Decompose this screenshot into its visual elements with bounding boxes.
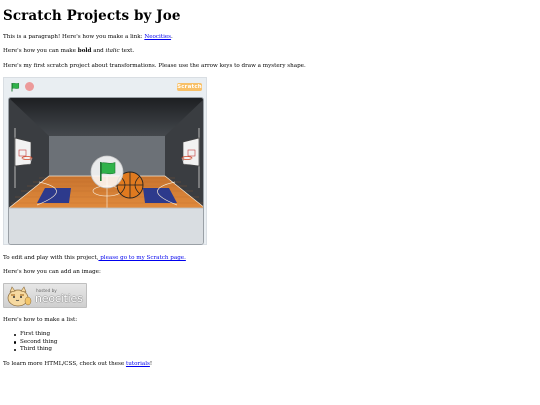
bold-paragraph: Here's how you can make bold and italic … [3,48,134,55]
bold-pre-text: Here's how you can make [3,48,78,54]
image-paragraph: Here's how you can add an image: [3,269,101,275]
hosted-by-neocities-badge[interactable]: hosted by neocities [3,283,87,308]
example-list: First thing Second thing Third thing [13,331,58,354]
project-stage[interactable] [8,97,204,245]
edit-text: To edit and play with this project, [3,255,99,261]
player-controls: Scratch [4,78,208,95]
learn-end: ! [149,361,153,367]
list-paragraph: Here's how to make a list: [3,317,78,323]
bold-mid-text: and [91,48,106,54]
list-item: Second thing [13,338,58,345]
bold-end-text: text. [119,48,135,54]
neocities-wordmark: neocities [35,292,83,305]
intro-end: . [171,34,173,40]
learn-text: To learn more HTML/CSS, check out these [3,361,126,367]
basketball-court-scene [9,98,203,244]
stop-icon[interactable] [25,82,34,91]
page-title: Scratch Projects by Joe [3,8,181,24]
intro-paragraph: This is a paragraph! Here's how you make… [3,34,173,41]
tutorials-link[interactable]: tutorials [126,361,150,367]
bold-word: bold [77,48,92,54]
neocities-cat-icon [7,286,32,307]
learn-paragraph: To learn more HTML/CSS, check out these … [3,361,152,368]
scratch-logo[interactable]: Scratch [177,83,202,91]
neocities-link[interactable]: Neocities [144,34,171,40]
start-flag-overlay[interactable] [90,155,124,189]
intro-text: This is a paragraph! Here's how you make… [3,34,145,40]
list-item: Third thing [13,346,57,354]
scratch-page-link[interactable]: please go to my Scratch page. [98,255,186,261]
scratch-player: Scratch [3,77,207,245]
italic-word: italic [105,48,120,54]
project-paragraph: Here's my first scratch project about tr… [3,63,306,69]
edit-paragraph: To edit and play with this project, plea… [3,255,186,262]
green-flag-icon[interactable] [10,82,20,92]
list-item: First thing [13,331,57,339]
